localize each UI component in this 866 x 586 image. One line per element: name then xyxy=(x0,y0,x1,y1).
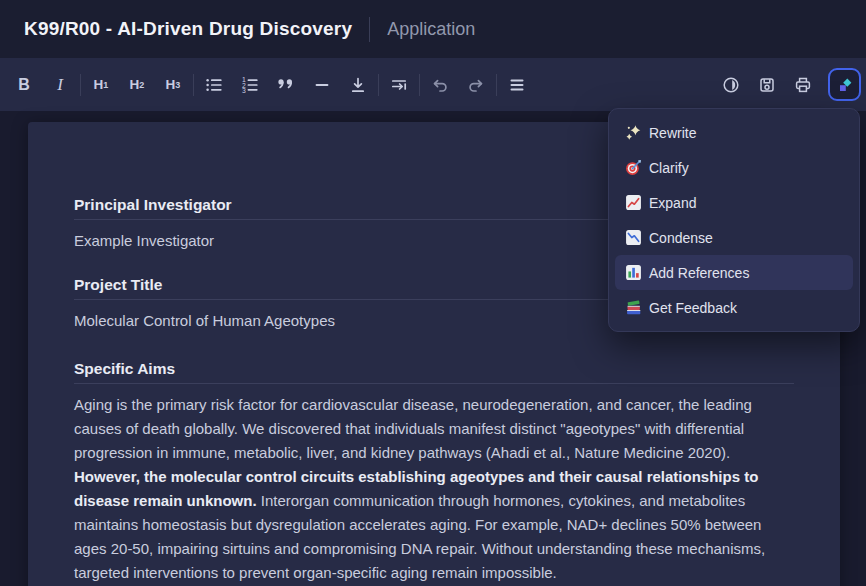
toolbar-divider xyxy=(193,74,194,96)
toolbar-divider xyxy=(378,74,379,96)
menu-item-label: Get Feedback xyxy=(649,300,737,316)
menu-item-label: Rewrite xyxy=(649,125,696,141)
paragraph-text: Aging is the primary risk factor for car… xyxy=(74,396,752,461)
insert-break-button[interactable] xyxy=(381,67,417,103)
books-icon xyxy=(625,299,642,316)
heading1-button[interactable]: H1 xyxy=(83,67,119,103)
italic-button[interactable]: I xyxy=(42,67,78,103)
heading2-button[interactable]: H2 xyxy=(119,67,155,103)
contrast-icon xyxy=(721,75,741,95)
toolbar-divider xyxy=(419,74,420,96)
save-button[interactable] xyxy=(749,67,785,103)
save-icon xyxy=(757,75,777,95)
chart-decreasing-icon xyxy=(625,229,642,246)
ai-pen-icon xyxy=(836,76,854,94)
toolbar: B I H1 H2 H3 1 2 3 xyxy=(0,58,866,111)
download-icon xyxy=(348,75,368,95)
heading3-button[interactable]: H3 xyxy=(155,67,191,103)
menu-item-expand[interactable]: Expand xyxy=(615,185,853,220)
bullet-list-button[interactable] xyxy=(196,67,232,103)
bold-button[interactable]: B xyxy=(6,67,42,103)
sparkles-icon xyxy=(625,124,642,141)
section-heading[interactable]: Specific Aims xyxy=(74,361,794,384)
menu-item-clarify[interactable]: Clarify xyxy=(615,150,853,185)
ai-assistant-menu: Rewrite Clarify Expand xyxy=(608,108,860,332)
horizontal-rule-button[interactable] xyxy=(304,67,340,103)
document-title: K99/R00 - AI-Driven Drug Discovery xyxy=(24,18,352,40)
menu-item-label: Condense xyxy=(649,230,713,246)
horizontal-rule-icon xyxy=(312,75,332,95)
editor-area: Principal Investigator Example Investiga… xyxy=(0,111,866,586)
menu-icon xyxy=(507,75,527,95)
print-button[interactable] xyxy=(785,67,821,103)
menu-item-condense[interactable]: Condense xyxy=(615,220,853,255)
svg-text:3: 3 xyxy=(242,86,246,93)
menu-item-get-feedback[interactable]: Get Feedback xyxy=(615,290,853,325)
blockquote-button[interactable] xyxy=(268,67,304,103)
redo-button[interactable] xyxy=(458,67,494,103)
header: K99/R00 - AI-Driven Drug Discovery Appli… xyxy=(0,0,866,58)
ai-assistant-button[interactable] xyxy=(828,68,861,101)
menu-item-label: Add References xyxy=(649,265,749,281)
ordered-list-icon: 1 2 3 xyxy=(240,75,260,95)
menu-item-add-references[interactable]: Add References xyxy=(615,255,853,290)
redo-icon xyxy=(466,75,486,95)
specific-aims-paragraph[interactable]: Aging is the primary risk factor for car… xyxy=(74,393,794,585)
header-divider xyxy=(369,17,370,42)
print-icon xyxy=(793,75,813,95)
undo-icon xyxy=(430,75,450,95)
toolbar-divider xyxy=(80,74,81,96)
undo-button[interactable] xyxy=(422,67,458,103)
menu-item-label: Clarify xyxy=(649,160,689,176)
tab-application[interactable]: Application xyxy=(387,19,475,40)
section-specific-aims: Specific Aims Aging is the primary risk … xyxy=(74,361,794,585)
toolbar-divider xyxy=(496,74,497,96)
bullet-list-icon xyxy=(204,75,224,95)
menu-item-rewrite[interactable]: Rewrite xyxy=(615,115,853,150)
contrast-button[interactable] xyxy=(713,67,749,103)
bar-chart-icon xyxy=(625,264,642,281)
ordered-list-button[interactable]: 1 2 3 xyxy=(232,67,268,103)
chart-increasing-icon xyxy=(625,194,642,211)
dart-target-icon xyxy=(625,159,642,176)
insert-break-icon xyxy=(389,75,409,95)
menu-item-label: Expand xyxy=(649,195,696,211)
menu-button[interactable] xyxy=(499,67,535,103)
blockquote-icon xyxy=(276,75,296,95)
download-button[interactable] xyxy=(340,67,376,103)
